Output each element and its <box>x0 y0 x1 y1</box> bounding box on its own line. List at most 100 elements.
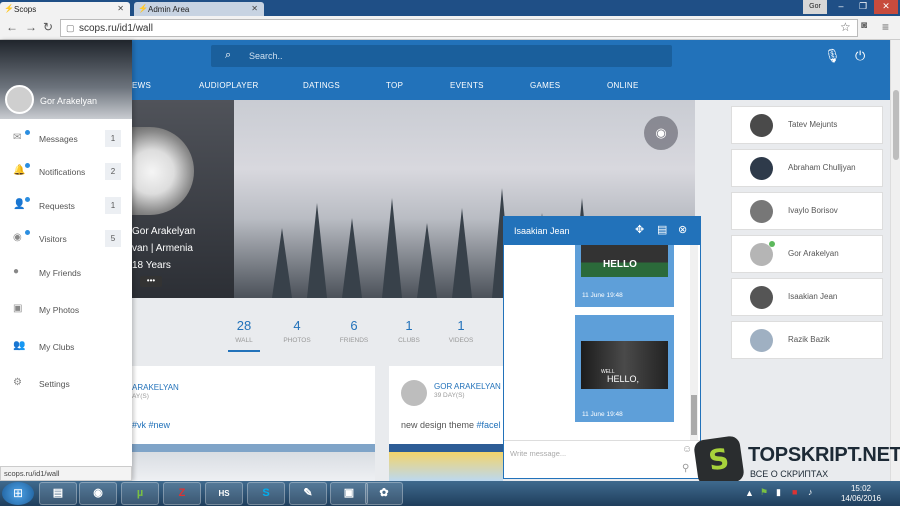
menu-audioplayer[interactable]: AUDIOPLAYER <box>199 81 259 90</box>
explorer-icon[interactable]: ▤ <box>39 482 77 505</box>
sidebar-item-my-photos[interactable]: ▣ My Photos <box>0 300 132 322</box>
message-gif[interactable]: WELL HELLO, <box>581 341 668 389</box>
attachment-icon[interactable]: ⚲ <box>682 463 689 474</box>
close-icon[interactable]: ⊗ <box>678 223 687 236</box>
notification-dot <box>25 130 30 135</box>
tray-app-icon[interactable]: ■ <box>792 487 797 497</box>
sidebar-item-my-friends[interactable]: ● My Friends <box>0 263 132 285</box>
browser-tab-admin[interactable]: ⚡ Admin Area ✕ <box>134 2 264 16</box>
stat-photos[interactable]: 4 PHOTOS <box>272 318 322 344</box>
avatar <box>750 329 773 352</box>
friend-item[interactable]: Razik Bazik <box>731 321 883 359</box>
change-cover-camera-icon[interactable]: ◉ <box>644 116 678 150</box>
bookmark-star-icon[interactable]: ☆ <box>840 20 851 34</box>
power-icon[interactable]: ⏻ <box>855 48 865 64</box>
sidebar-item-label: My Photos <box>39 305 80 315</box>
avatar[interactable] <box>5 85 34 114</box>
system-clock[interactable]: 15:02 14/06/2016 <box>836 484 886 504</box>
sidebar-item-count: 1 <box>105 197 121 214</box>
move-icon[interactable]: ✥ <box>635 223 644 236</box>
tray-flag-icon[interactable]: ⚑ <box>760 487 768 498</box>
post-text: new design theme #facel <box>401 420 501 430</box>
emoji-icon[interactable]: ☺ <box>682 444 692 455</box>
maximize-icon[interactable]: ❐ <box>852 0 874 14</box>
menu-datings[interactable]: DATINGS <box>303 81 340 90</box>
tray-network-icon[interactable]: ▮ <box>776 487 781 498</box>
sidebar-item-messages[interactable]: ✉ Messages 1 <box>0 129 132 151</box>
stat-value: 1 <box>405 318 413 333</box>
comment-icon[interactable]: ▤ <box>657 223 667 236</box>
menu-top[interactable]: TOP <box>386 81 403 90</box>
friend-item[interactable]: Isaakian Jean <box>731 278 883 316</box>
post-author[interactable]: GOR ARAKELYAN <box>434 382 501 391</box>
menu-games[interactable]: GAMES <box>530 81 560 90</box>
chat-scrollbar-thumb[interactable] <box>691 395 697 435</box>
sidebar-item-requests[interactable]: 👤 Requests 1 <box>0 196 132 218</box>
post-tags[interactable]: #facel <box>477 420 501 430</box>
menu-events[interactable]: EVENTS <box>450 81 484 90</box>
post-image[interactable] <box>132 444 375 481</box>
stat-label: CLUBS <box>398 337 420 344</box>
chat-scrollbar[interactable] <box>690 245 698 440</box>
friend-item[interactable]: Gor Arakelyan <box>731 235 883 273</box>
post-author-avatar[interactable] <box>401 380 427 406</box>
search-input[interactable]: ⌕ Search.. <box>211 45 672 67</box>
stat-wall[interactable]: 28 WALL <box>219 318 269 344</box>
microphone-icon[interactable]: 🎙 <box>824 48 841 64</box>
sidebar-item-label: My Clubs <box>39 342 75 352</box>
post-image[interactable] <box>389 444 503 481</box>
filezilla-icon[interactable]: Z <box>163 482 201 505</box>
scrollbar-thumb[interactable] <box>893 90 899 160</box>
close-window-icon[interactable]: ✕ <box>874 0 898 14</box>
url-text: scops.ru/id1/wall <box>79 23 153 34</box>
reload-icon[interactable]: ↻ <box>43 20 53 34</box>
tray-arrow-icon[interactable]: ▲ <box>745 488 754 498</box>
page-scrollbar[interactable] <box>890 40 900 481</box>
menu-online[interactable]: ONLINE <box>607 81 639 90</box>
hotspot-shield-icon[interactable]: HS <box>205 482 243 505</box>
sidebar-item-count: 2 <box>105 163 121 180</box>
forward-icon[interactable]: → <box>25 20 37 34</box>
close-tab-icon[interactable]: ✕ <box>117 4 124 13</box>
start-button[interactable]: ⊞ <box>2 482 34 505</box>
menu-news[interactable]: EWS <box>132 81 151 90</box>
message-gif[interactable]: HELLO <box>581 245 668 277</box>
stat-label: FRIENDS <box>339 337 369 344</box>
url-input[interactable]: ▢ scops.ru/id1/wall <box>60 19 858 37</box>
friend-item[interactable]: Tatev Mejunts <box>731 106 883 144</box>
chrome-menu-icon[interactable]: ≡ <box>882 20 889 34</box>
post-author[interactable]: ARAKELYAN <box>132 383 179 392</box>
stat-clubs[interactable]: 1 CLUBS <box>384 318 434 344</box>
back-icon[interactable]: ← <box>6 20 18 34</box>
sidebar-item-notifications[interactable]: 🔔 Notifications 2 <box>0 162 132 184</box>
more-button[interactable]: ••• <box>140 276 162 287</box>
browser-tab-scops[interactable]: ⚡ Scops ✕ <box>0 2 130 16</box>
sidebar-item-visitors[interactable]: ◉ Visitors 5 <box>0 229 132 251</box>
friend-item[interactable]: Abraham Chulljyan <box>731 149 883 187</box>
skype-icon[interactable]: S <box>247 482 285 505</box>
profile-age: 18 Years <box>132 260 171 271</box>
tray-volume-icon[interactable]: ♪ <box>808 487 813 497</box>
watermark: S TOPSKRIPT.NET ВСЕ О СКРИПТАХ <box>693 435 900 487</box>
status-bar-url: scops.ru/id1/wall <box>0 466 132 481</box>
camera-extension-icon[interactable]: ◙ <box>861 20 867 31</box>
sidebar-item-settings[interactable]: ⚙ Settings <box>0 374 132 396</box>
paint-icon[interactable]: ✿ <box>365 482 403 505</box>
post-tags[interactable]: #vk #new <box>132 420 170 430</box>
media-icon[interactable]: ▣ <box>330 482 368 505</box>
chat-message-input[interactable]: Write message... ☺ ⚲ <box>504 440 700 478</box>
stat-friends[interactable]: 6 FRIENDS <box>329 318 379 344</box>
chrome-icon[interactable]: ◉ <box>79 482 117 505</box>
sidebar-item-label: Requests <box>39 201 75 211</box>
tab-label: Scops <box>14 5 37 14</box>
minimize-icon[interactable]: – <box>830 0 852 14</box>
stat-videos[interactable]: 1 VIDEOS <box>436 318 486 344</box>
sidebar-user-name[interactable]: Gor Arakelyan <box>40 96 97 106</box>
notepad-icon[interactable]: ✎ <box>289 482 327 505</box>
chat-title[interactable]: Isaakian Jean <box>514 226 570 236</box>
friend-item[interactable]: Ivaylo Borisov <box>731 192 883 230</box>
sidebar-item-my-clubs[interactable]: 👥 My Clubs <box>0 337 132 359</box>
close-tab-icon[interactable]: ✕ <box>251 4 258 13</box>
stat-label: WALL <box>235 337 253 344</box>
utorrent-icon[interactable]: µ <box>121 482 159 505</box>
